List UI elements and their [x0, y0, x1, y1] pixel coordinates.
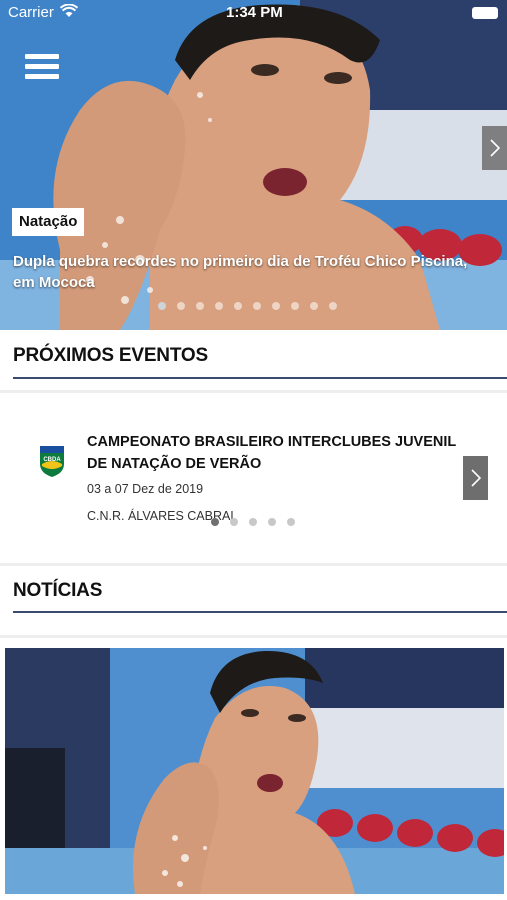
- event-title[interactable]: CAMPEONATO BRASILEIRO INTERCLUBES JUVENI…: [87, 431, 459, 475]
- divider: [0, 390, 507, 393]
- hero-headline[interactable]: Dupla quebra recordes no primeiro dia de…: [13, 251, 483, 293]
- page-dot[interactable]: [287, 518, 295, 526]
- cbda-logo-icon: CBDA: [40, 446, 64, 477]
- page-dot[interactable]: [329, 302, 337, 310]
- news-section-rule: [13, 611, 507, 613]
- svg-text:CBDA: CBDA: [43, 457, 61, 463]
- page-dot[interactable]: [253, 302, 261, 310]
- hero-carousel[interactable]: Carrier 1:34 PM Natação Dupla quebra rec…: [0, 0, 507, 330]
- event-date: 03 a 07 Dez de 2019: [87, 482, 204, 496]
- page-dot[interactable]: [310, 302, 318, 310]
- page-dot[interactable]: [249, 518, 257, 526]
- divider: [0, 635, 507, 638]
- hero-page-indicator[interactable]: [158, 302, 337, 310]
- clock: 1:34 PM: [226, 4, 283, 21]
- chevron-right-icon: [470, 469, 481, 487]
- page-dot[interactable]: [230, 518, 238, 526]
- events-section-rule: [13, 377, 507, 379]
- status-bar: Carrier 1:34 PM: [0, 0, 507, 26]
- category-tag[interactable]: Natação: [12, 208, 85, 236]
- carrier-label: Carrier: [8, 4, 54, 21]
- page-dot[interactable]: [211, 518, 219, 526]
- news-article-image[interactable]: [5, 648, 504, 894]
- hero-next-button[interactable]: [482, 126, 507, 170]
- event-page-indicator[interactable]: [211, 518, 295, 526]
- page-dot[interactable]: [196, 302, 204, 310]
- page-dot[interactable]: [268, 518, 276, 526]
- battery-icon: [472, 7, 498, 19]
- page-dot[interactable]: [177, 302, 185, 310]
- page-dot[interactable]: [158, 302, 166, 310]
- wifi-icon: [60, 4, 78, 17]
- events-section-title: PRÓXIMOS EVENTOS: [13, 345, 208, 366]
- page-dot[interactable]: [291, 302, 299, 310]
- chevron-right-icon: [489, 139, 500, 157]
- page-dot[interactable]: [215, 302, 223, 310]
- page-dot[interactable]: [272, 302, 280, 310]
- page-dot[interactable]: [234, 302, 242, 310]
- event-next-button[interactable]: [463, 456, 488, 500]
- news-section-title: NOTÍCIAS: [13, 580, 103, 601]
- divider: [0, 563, 507, 566]
- hamburger-menu-icon[interactable]: [25, 54, 59, 82]
